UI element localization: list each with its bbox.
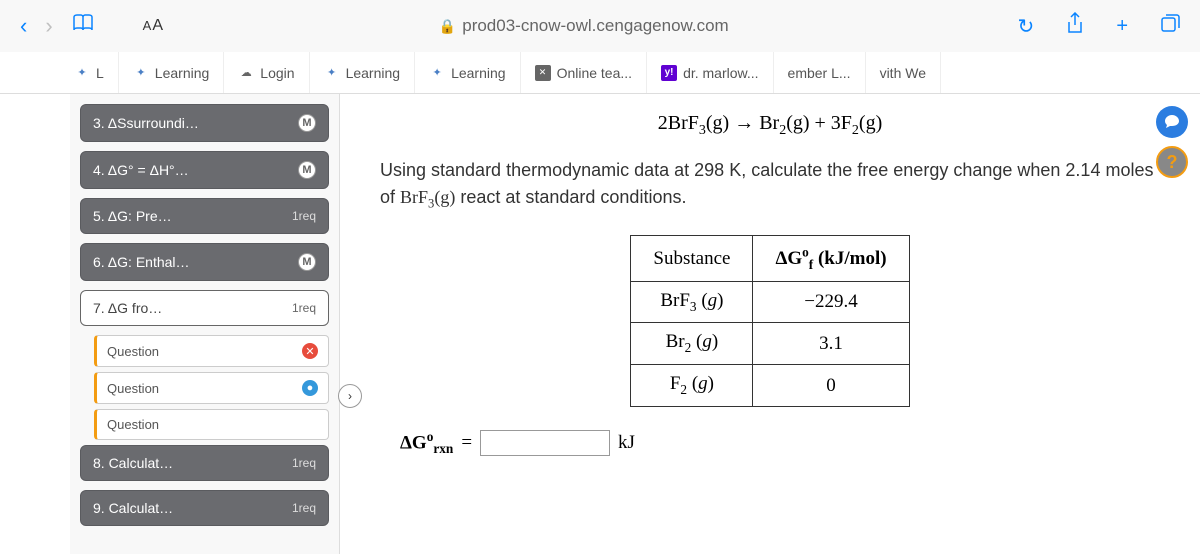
tabs-bar: ✦L ✦Learning ☁Login ✦Learning ✦Learning … [0, 52, 1200, 94]
tab-8[interactable]: vith We [866, 52, 941, 93]
sidebar-item-8[interactable]: 8. Calculat… 1req [80, 445, 329, 481]
cell-substance: Br2 (g) [631, 323, 753, 365]
table-row: F2 (g) 0 [631, 365, 909, 407]
share-button[interactable] [1066, 12, 1084, 40]
sidebar-badge: 1req [292, 301, 316, 315]
table-header-substance: Substance [631, 236, 753, 281]
cell-value: 0 [753, 365, 909, 407]
tab-label: Login [260, 65, 294, 81]
cell-substance: BrF3 (g)BrF3 (g) [631, 281, 753, 323]
sub-label: Question [107, 417, 159, 432]
favicon-icon: ✦ [74, 65, 90, 81]
favicon-icon: ✕ [535, 65, 551, 81]
sidebar-label: 4. ΔG° = ΔH°… [93, 162, 189, 178]
reload-button[interactable]: ↻ [1018, 14, 1035, 39]
sidebar-item-7[interactable]: 7. ΔG fro… 1req [80, 290, 329, 326]
problem-statement: Using standard thermodynamic data at 298… [380, 157, 1160, 213]
table-row: BrF3 (g)BrF3 (g) −229.4 [631, 281, 909, 323]
tab-4[interactable]: ✦ Learning [415, 52, 521, 93]
url-bar[interactable]: 🔒 prod03-cnow-owl.cengagenow.com [182, 16, 986, 36]
tab-3[interactable]: ✦ Learning [310, 52, 416, 93]
answer-input[interactable] [480, 430, 610, 456]
sidebar-label: 5. ΔG: Pre… [93, 208, 172, 224]
sidebar-badge: M [298, 114, 316, 132]
url-text: prod03-cnow-owl.cengagenow.com [462, 16, 729, 35]
chat-button[interactable] [1156, 106, 1188, 138]
forward-button[interactable]: › [45, 13, 52, 39]
status-badge-current: ● [302, 380, 318, 396]
cell-value: −229.4 [753, 281, 909, 323]
sidebar-expand-button[interactable]: › [338, 384, 362, 408]
sidebar-item-6[interactable]: 6. ΔG: Enthal… M [80, 243, 329, 281]
question-sidebar: 3. ΔSsurroundi… M 4. ΔG° = ΔH°… M 5. ΔG: P… [70, 94, 340, 554]
lock-icon: 🔒 [439, 18, 456, 34]
favicon-icon: ✦ [133, 65, 149, 81]
reaction-equation: 2BrF3(g) → Br2(g) + 3F2(g) [380, 112, 1160, 139]
sub-question-1[interactable]: Question ✕ [94, 335, 329, 367]
table-header-deltag: ΔGof (kJ/mol) [753, 236, 909, 281]
favicon-icon: ✦ [324, 65, 340, 81]
thermodynamic-data-table: Substance ΔGof (kJ/mol) BrF3 (g)BrF3 (g)… [630, 235, 909, 407]
favicon-icon: y! [661, 65, 677, 81]
question-content: 2BrF3(g) → Br2(g) + 3F2(g) Using standar… [340, 94, 1200, 554]
tab-label: dr. marlow... [683, 65, 758, 81]
tab-label: Online tea... [557, 65, 633, 81]
sidebar-badge: 1req [292, 456, 316, 470]
sidebar-badge: 1req [292, 209, 316, 223]
tab-label: Learning [451, 65, 506, 81]
sidebar-label: 9. Calculat… [93, 500, 173, 516]
sidebar-label: 6. ΔG: Enthal… [93, 254, 190, 270]
tab-1[interactable]: ✦ Learning [119, 52, 225, 93]
tabs-button[interactable] [1160, 13, 1180, 39]
sidebar-item-5[interactable]: 5. ΔG: Pre… 1req [80, 198, 329, 234]
tab-label: L [96, 65, 104, 81]
bookmarks-icon[interactable] [71, 13, 95, 39]
sub-label: Question [107, 344, 159, 359]
sub-label: Question [107, 381, 159, 396]
tab-label: vith We [880, 65, 926, 81]
sidebar-label: 3. ΔSsurroundi… [93, 115, 199, 131]
tab-6[interactable]: y! dr. marlow... [647, 52, 773, 93]
tab-label: Learning [155, 65, 210, 81]
sidebar-badge: M [298, 161, 316, 179]
tab-label: Learning [346, 65, 401, 81]
sidebar-label: 7. ΔG fro… [93, 300, 162, 316]
sub-question-2[interactable]: Question ● [94, 372, 329, 404]
tab-0[interactable]: ✦L [60, 52, 119, 93]
sub-question-3[interactable]: Question [94, 409, 329, 440]
sidebar-label: 8. Calculat… [93, 455, 173, 471]
cell-substance: F2 (g) [631, 365, 753, 407]
table-row: Br2 (g) 3.1 [631, 323, 909, 365]
sidebar-item-9[interactable]: 9. Calculat… 1req [80, 490, 329, 526]
tab-7[interactable]: ember L... [774, 52, 866, 93]
favicon-icon: ✦ [429, 65, 445, 81]
text-size-control[interactable]: AAAA [143, 17, 164, 35]
sidebar-badge: 1req [292, 501, 316, 515]
status-badge-incorrect: ✕ [302, 343, 318, 359]
sidebar-item-3[interactable]: 3. ΔSsurroundi… M [80, 104, 329, 142]
help-button[interactable]: ? [1156, 146, 1188, 178]
cell-value: 3.1 [753, 323, 909, 365]
answer-unit: kJ [618, 432, 635, 454]
tab-2[interactable]: ☁ Login [224, 52, 309, 93]
favicon-icon: ☁ [238, 65, 254, 81]
answer-row: ΔGorxn = kJ [400, 429, 1160, 457]
new-tab-button[interactable]: + [1116, 15, 1128, 38]
sidebar-item-4[interactable]: 4. ΔG° = ΔH°… M [80, 151, 329, 189]
tab-5[interactable]: ✕ Online tea... [521, 52, 648, 93]
back-button[interactable]: ‹ [20, 13, 27, 39]
sidebar-badge: M [298, 253, 316, 271]
tab-label: ember L... [788, 65, 851, 81]
